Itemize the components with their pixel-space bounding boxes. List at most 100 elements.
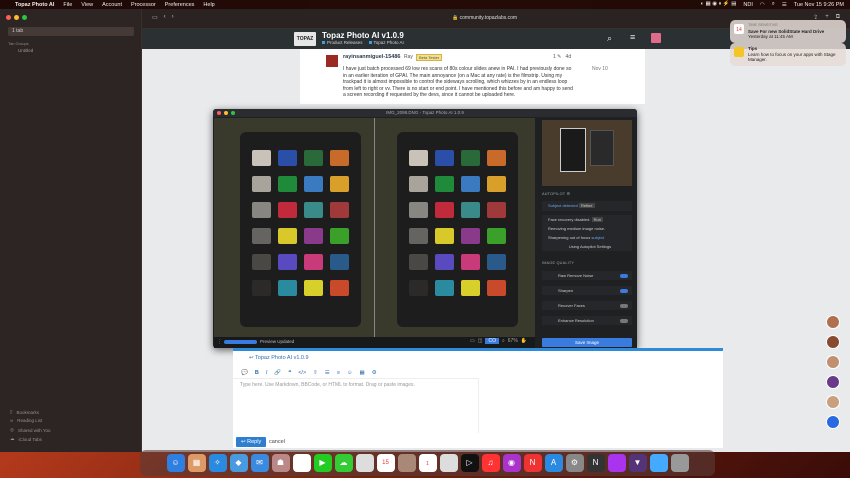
- color-swatch: [330, 280, 349, 296]
- stage-app-1[interactable]: [826, 315, 840, 329]
- vpn-icon[interactable]: ▼: [628, 454, 647, 472]
- ndi-app-icon[interactable]: N: [586, 454, 605, 472]
- recover-faces-row[interactable]: Recover Faces: [542, 301, 632, 310]
- save-image-button[interactable]: Save Image: [542, 338, 632, 347]
- color-swatch: [487, 176, 506, 192]
- freeform-icon[interactable]: [439, 454, 458, 472]
- color-swatch: [252, 150, 271, 166]
- search-icon[interactable]: ⌕: [772, 1, 775, 8]
- tv-icon[interactable]: ▷: [460, 454, 479, 472]
- messenger-icon[interactable]: [826, 415, 840, 429]
- url-field[interactable]: 🔒 community.topazlabs.com: [452, 15, 517, 21]
- enhance-resolution-row[interactable]: Enhance Resolution: [542, 316, 632, 325]
- safari-icon[interactable]: ✧: [208, 454, 227, 472]
- sidebar-icloud-tabs[interactable]: ☁ iCloud Tabs: [10, 436, 42, 442]
- downloads-folder-icon[interactable]: [649, 454, 668, 472]
- color-swatch: [304, 202, 323, 218]
- image-quality-header: IMAGE QUALITY: [542, 261, 575, 265]
- poster-username[interactable]: rayinsanmiguel-15486: [343, 54, 400, 60]
- stage-app-5[interactable]: [826, 395, 840, 409]
- image-preview[interactable]: [214, 118, 535, 337]
- color-swatch: [278, 280, 297, 296]
- maps-2-icon[interactable]: [355, 454, 374, 472]
- composer-topic[interactable]: ↩ Topaz Photo AI v1.0.9: [249, 355, 309, 361]
- menu-app-name[interactable]: Topaz Photo AI: [15, 2, 54, 8]
- color-chart-original: [240, 132, 361, 327]
- thumbnail-chart-2: [590, 130, 614, 166]
- hamburger-icon[interactable]: ≡: [630, 32, 635, 42]
- poster-avatar[interactable]: [326, 55, 338, 67]
- podcasts-icon[interactable]: ◉: [502, 454, 521, 472]
- menu-view[interactable]: View: [81, 2, 93, 8]
- messenger-dock-icon[interactable]: [607, 454, 626, 472]
- wifi-icon[interactable]: ◠: [760, 2, 765, 8]
- news-icon[interactable]: N: [523, 454, 542, 472]
- more-icon[interactable]: ⋮: [217, 339, 222, 345]
- menu-file[interactable]: File: [63, 2, 72, 8]
- sidebar-reading-list[interactable]: ∞ Reading List: [10, 418, 42, 423]
- composer-toolbar[interactable]: 💬 B I 🔗 ❝ </> ⇧ ☰ ≡ ☺ ▦ ⚙: [241, 370, 377, 376]
- clock[interactable]: Tue Nov 15 9:26 PM: [794, 2, 844, 8]
- contacts-icon[interactable]: ☗: [271, 454, 290, 472]
- stage-app-3[interactable]: [826, 355, 840, 369]
- navigator-thumbnail[interactable]: [542, 120, 632, 186]
- topic-title[interactable]: Topaz Photo AI v1.0.9: [322, 31, 404, 40]
- crumb-child[interactable]: Topaz Photo AI: [368, 40, 404, 45]
- menu-help[interactable]: Help: [203, 2, 214, 8]
- app-store-icon[interactable]: A: [544, 454, 563, 472]
- sidebar-shared[interactable]: ◎ Shared with You: [10, 427, 50, 433]
- window-controls[interactable]: [6, 15, 27, 20]
- subject-detected-row[interactable]: Subject detected Refine: [542, 201, 632, 211]
- tab-group-untitled[interactable]: Untitled: [18, 48, 33, 53]
- launchpad-icon[interactable]: ▦: [187, 454, 206, 472]
- maps-icon[interactable]: ◆: [229, 454, 248, 472]
- sidebar-tab[interactable]: 1 tab: [8, 27, 134, 36]
- compare-divider[interactable]: [374, 118, 375, 337]
- color-swatch: [409, 254, 428, 270]
- stage-app-2[interactable]: [826, 335, 840, 349]
- calendar-icon[interactable]: 15: [376, 454, 395, 472]
- site-logo[interactable]: TOPAZ: [294, 32, 316, 46]
- crumb-parent[interactable]: Product Releases: [322, 40, 363, 45]
- view-tools[interactable]: ▭ ◫ CO ⌕ 67% ✋: [470, 338, 527, 344]
- run-button[interactable]: Run: [591, 217, 603, 222]
- raw-remove-noise-row[interactable]: Raw Remove Noise: [542, 271, 632, 280]
- menu-account[interactable]: Account: [102, 2, 122, 8]
- reminders-icon[interactable]: 1: [418, 454, 437, 472]
- reply-composer: ↩ Topaz Photo AI v1.0.9 💬 B I 🔗 ❝ </> ⇧ ☰ ≡ ☺ ▦ ⚙ T…: [233, 348, 723, 448]
- finder-icon[interactable]: ☺: [166, 454, 185, 472]
- notification-calendar[interactable]: 14 TIME SENSITIVE Save For new SolidStat…: [730, 20, 846, 43]
- status-icons[interactable]: ◐ ▦ ◉ ⏸ ⚡ ▤: [701, 1, 737, 8]
- sidebar-bookmarks[interactable]: ▯ Bookmarks: [10, 409, 39, 415]
- trash-icon[interactable]: [670, 454, 689, 472]
- reply-button[interactable]: ↩ Reply: [236, 437, 267, 447]
- menu-preferences[interactable]: Preferences: [165, 2, 195, 8]
- color-swatch: [461, 254, 480, 270]
- control-center-icon[interactable]: ☰: [782, 2, 787, 8]
- window-titlebar[interactable]: IMG_2098.DNG - Topaz Photo AI 1.0.9: [213, 109, 637, 117]
- autopilot-settings[interactable]: Using Autopilot Settings: [542, 242, 632, 251]
- status-text: Preview Updated: [260, 339, 295, 344]
- notes-app-icon[interactable]: [397, 454, 416, 472]
- color-swatch: [252, 254, 271, 270]
- system-settings-icon[interactable]: ⚙: [565, 454, 584, 472]
- sidebar-toggle-icon: ▭: [152, 15, 158, 21]
- user-avatar[interactable]: [651, 33, 661, 43]
- hand-icon: ✋: [520, 338, 528, 344]
- post-meta[interactable]: 1 ✎ 4d: [553, 54, 571, 60]
- messages-icon[interactable]: ☁: [334, 454, 353, 472]
- search-icon[interactable]: ⌕: [607, 33, 612, 44]
- photos-icon[interactable]: [292, 454, 311, 472]
- single-view-icon: ▭: [470, 338, 475, 344]
- nav-buttons[interactable]: ▭ ‹ ›: [152, 14, 174, 21]
- poster-badge[interactable]: Beta Tester: [416, 54, 443, 61]
- mail-icon[interactable]: ✉: [250, 454, 269, 472]
- facetime-icon[interactable]: ▶: [313, 454, 332, 472]
- music-icon[interactable]: ♫: [481, 454, 500, 472]
- stage-app-4[interactable]: [826, 375, 840, 389]
- ndi-status[interactable]: NDI: [743, 2, 752, 8]
- sharpen-row[interactable]: Sharpen: [542, 286, 632, 295]
- menu-processor[interactable]: Processor: [131, 2, 156, 8]
- cancel-link[interactable]: cancel: [269, 439, 285, 445]
- notification-tips[interactable]: Tips Learn how to focus on your apps wit…: [730, 43, 846, 66]
